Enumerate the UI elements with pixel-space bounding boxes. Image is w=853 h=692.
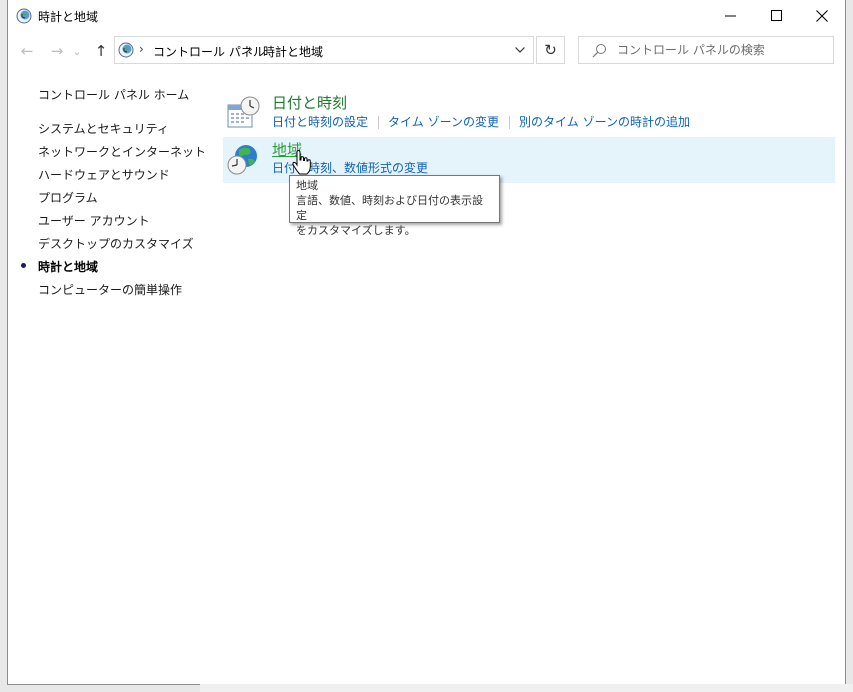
- maximize-icon: [770, 10, 782, 21]
- tooltip-description-line2: をカスタマイズします。: [296, 224, 416, 237]
- up-arrow-icon: ↑: [94, 42, 108, 60]
- link-divider: [378, 116, 380, 129]
- back-arrow-icon: ←: [20, 42, 34, 60]
- calendar-clock-icon: [227, 96, 260, 128]
- category-title-date-time[interactable]: 日付と時刻: [272, 92, 347, 113]
- hand-pointer-cursor-icon: [292, 150, 311, 175]
- maximize-button[interactable]: [753, 0, 799, 31]
- address-row: ← → ⌄ ↑ › コントロール パネル › 時計と地域 ↻ コントロール パネ…: [8, 36, 845, 66]
- sidebar-item-ease-of-access[interactable]: コンピューターの簡単操作: [38, 281, 182, 298]
- region-tooltip: 地域 言語、数値、時刻および日付の表示設定 をカスタマイズします。: [289, 175, 500, 237]
- search-box[interactable]: [578, 36, 834, 64]
- category-date-time: 日付と時刻 日付と時刻の設定 タイム ゾーンの変更 別のタイム ゾーンの時計の追加: [223, 90, 835, 136]
- refresh-button[interactable]: ↻: [536, 36, 565, 64]
- refresh-icon: ↻: [544, 41, 557, 59]
- back-button[interactable]: ←: [16, 40, 38, 62]
- link-change-timezone[interactable]: タイム ゾーンの変更: [388, 115, 499, 129]
- forward-button[interactable]: →: [46, 40, 68, 62]
- breadcrumb-separator[interactable]: ›: [139, 42, 144, 56]
- category-links-date-time: 日付と時刻の設定 タイム ゾーンの変更 別のタイム ゾーンの時計の追加: [272, 113, 690, 130]
- link-set-date-time[interactable]: 日付と時刻の設定: [272, 115, 368, 129]
- tooltip-title: 地域: [296, 179, 318, 192]
- sidebar-item-user-accounts[interactable]: ユーザー アカウント: [38, 212, 150, 229]
- close-button[interactable]: [799, 0, 845, 31]
- current-item-bullet-icon: [21, 263, 26, 268]
- forward-arrow-icon: →: [50, 42, 64, 60]
- up-button[interactable]: ↑: [90, 40, 112, 62]
- search-icon: [592, 44, 606, 58]
- control-panel-location-icon: [118, 42, 134, 58]
- taskbar-edge: [200, 684, 853, 692]
- sidebar-item-network-internet[interactable]: ネットワークとインターネット: [38, 143, 206, 160]
- link-add-clocks[interactable]: 別のタイム ゾーンの時計の追加: [519, 115, 690, 129]
- clock-region-app-icon: [16, 8, 32, 24]
- minimize-button[interactable]: [707, 0, 753, 31]
- breadcrumb-separator[interactable]: ›: [248, 42, 253, 56]
- window-title: 時計と地域: [38, 10, 99, 24]
- sidebar-item-system-security[interactable]: システムとセキュリティ: [38, 120, 169, 137]
- breadcrumb-clock-region[interactable]: 時計と地域: [263, 43, 323, 60]
- sidebar-item-control-panel-home[interactable]: コントロール パネル ホーム: [38, 86, 189, 103]
- recent-locations-button[interactable]: ⌄: [70, 40, 84, 62]
- globe-clock-icon: [227, 145, 257, 175]
- link-divider: [509, 116, 510, 129]
- tooltip-description-line1: 言語、数値、時刻および日付の表示設定: [296, 194, 483, 222]
- sidebar-item-desktop-customization[interactable]: デスクトップのカスタマイズ: [38, 235, 194, 252]
- sidebar-item-programs[interactable]: プログラム: [38, 189, 98, 206]
- chevron-down-icon: [515, 47, 525, 53]
- sidebar-item-hardware-sound[interactable]: ハードウェアとサウンド: [38, 166, 170, 183]
- title-bar[interactable]: 時計と地域: [8, 0, 845, 31]
- close-icon: [816, 9, 828, 22]
- control-panel-window: 時計と地域 ← → ⌄ ↑ › コントロール パネル › 時計と地域 ↻ コント…: [7, 0, 846, 685]
- address-bar[interactable]: › コントロール パネル › 時計と地域: [114, 36, 534, 64]
- sidebar-item-clock-region: 時計と地域: [38, 260, 99, 274]
- search-input[interactable]: [617, 41, 827, 59]
- address-dropdown-button[interactable]: [511, 39, 529, 61]
- minimize-icon: [724, 15, 736, 17]
- chevron-down-icon: ⌄: [72, 44, 82, 58]
